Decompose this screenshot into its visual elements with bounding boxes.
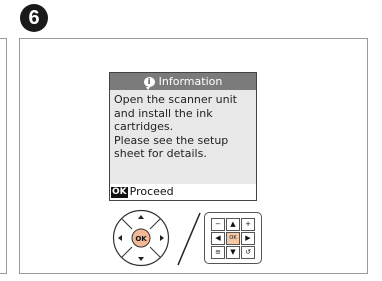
down-key[interactable]: ▼	[226, 246, 240, 259]
message-line: cartridges.	[114, 120, 174, 134]
previous-panel-edge	[0, 38, 7, 274]
back-key[interactable]: ↺	[241, 246, 255, 259]
divider-slash	[177, 212, 201, 266]
minus-key[interactable]: −	[211, 218, 225, 231]
dpad-control[interactable]: OK	[112, 209, 170, 267]
screen-title: Information	[158, 75, 223, 88]
message-line: Please see the setup	[114, 133, 229, 147]
message-line: and install the ink	[114, 106, 213, 120]
ok-button-label: OK	[135, 235, 147, 243]
right-key[interactable]: ▶	[241, 232, 255, 245]
ok-badge: OK	[111, 186, 128, 198]
left-key[interactable]: ◀	[211, 232, 225, 245]
menu-key[interactable]: ≡	[211, 246, 225, 259]
step-number-badge: 6	[20, 4, 48, 32]
screen-header: i Information	[110, 73, 256, 90]
up-key[interactable]: ▲	[226, 218, 240, 231]
message-line: sheet for details.	[114, 147, 207, 161]
ok-key[interactable]: OK	[226, 232, 240, 245]
proceed-label: Proceed	[129, 185, 174, 198]
message-line: Open the scanner unit	[114, 93, 237, 106]
keypad-grid: − ▲ + ◀ OK ▶ ≡ ▼ ↺	[211, 218, 255, 259]
plus-key[interactable]: +	[241, 218, 255, 231]
keypad-control: − ▲ + ◀ OK ▶ ≡ ▼ ↺	[204, 212, 262, 264]
lcd-screen: i Information Open the scanner unit and …	[109, 72, 257, 201]
info-icon: i	[143, 76, 155, 90]
screen-footer[interactable]: OK Proceed	[110, 184, 256, 200]
screen-message: Open the scanner unit and install the in…	[110, 90, 256, 184]
instruction-panel: i Information Open the scanner unit and …	[19, 38, 368, 274]
